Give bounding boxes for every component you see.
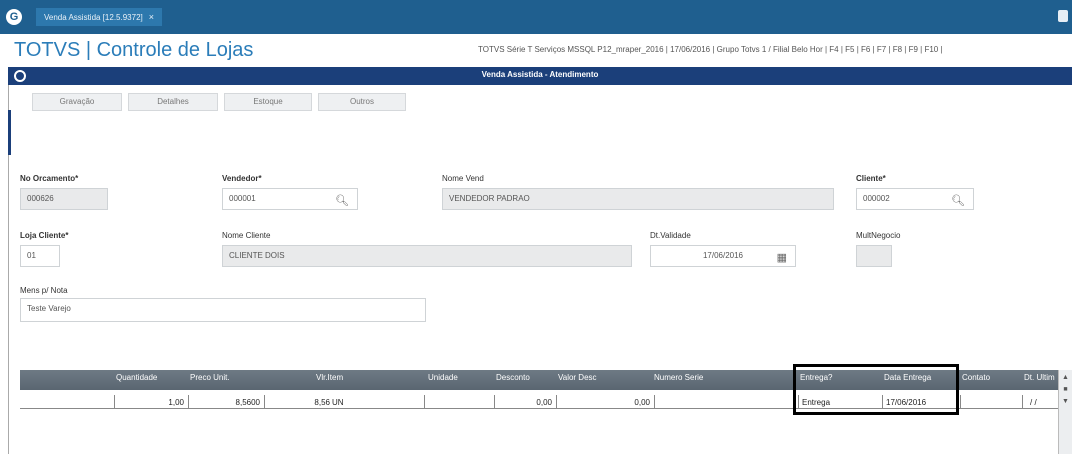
col-valor-desc[interactable]: Valor Desc: [558, 373, 597, 382]
mens-nota-field[interactable]: Teste Varejo: [20, 298, 426, 322]
search-icon[interactable]: 🔍︎: [951, 191, 965, 211]
estoque-button[interactable]: Estoque: [224, 93, 312, 111]
col-desconto[interactable]: Desconto: [496, 373, 530, 382]
environment-info: TOTVS Série T Serviços MSSQL P12_mraper_…: [478, 45, 943, 54]
cliente-value: 000002: [863, 194, 890, 203]
cell-desconto[interactable]: 0,00: [494, 398, 552, 407]
calendar-icon[interactable]: ▦: [777, 248, 787, 268]
cell-valor-desc[interactable]: 0,00: [556, 398, 650, 407]
cell-unidade[interactable]: UN: [332, 398, 344, 407]
scroll-mid-icon[interactable]: ■: [1061, 386, 1070, 394]
gravacao-button[interactable]: Gravação: [32, 93, 122, 111]
dialog-title: Venda Assistida - Atendimento: [481, 70, 599, 79]
multinegocio-field: [856, 245, 892, 267]
grid-divider: [654, 395, 655, 409]
user-icon[interactable]: [1058, 10, 1068, 22]
cliente-label: Cliente*: [856, 174, 886, 183]
nome-cliente-field: CLIENTE DOIS: [222, 245, 632, 267]
grid-divider: [1022, 395, 1023, 409]
cliente-field[interactable]: 000002 🔍︎: [856, 188, 974, 210]
vendedor-value: 000001: [229, 194, 256, 203]
dt-validade-field[interactable]: 17/06/2016 ▦: [650, 245, 796, 267]
highlight-box: [793, 364, 959, 415]
app-title: TOTVS | Controle de Lojas: [14, 39, 254, 61]
cell-quantidade[interactable]: 1,00: [114, 398, 184, 407]
tab-label: Venda Assistida [12.5.9372]: [44, 13, 143, 22]
nome-vend-label: Nome Vend: [442, 174, 484, 183]
col-unidade[interactable]: Unidade: [428, 373, 458, 382]
loja-cliente-field[interactable]: 01: [20, 245, 60, 267]
dialog-title-bar: Venda Assistida - Atendimento: [8, 67, 1072, 85]
num-orcamento-label: No Orcamento*: [20, 174, 79, 183]
grid-divider: [424, 395, 425, 409]
mens-nota-label: Mens p/ Nota: [20, 286, 68, 295]
tab-venda-assistida[interactable]: Venda Assistida [12.5.9372] ×: [36, 8, 163, 26]
col-preco-unit[interactable]: Preco Unit.: [190, 373, 230, 382]
col-numero-serie[interactable]: Numero Serie: [654, 373, 703, 382]
multinegocio-label: MultNegocio: [856, 231, 901, 240]
col-dt-ultima[interactable]: Dt. Ultim: [1024, 373, 1055, 382]
grid-scrollbar[interactable]: ▲ ■ ▼: [1058, 370, 1072, 454]
col-quantidade[interactable]: Quantidade: [116, 373, 157, 382]
tab-close-icon[interactable]: ×: [149, 12, 154, 22]
outros-button[interactable]: Outros: [318, 93, 406, 111]
cell-vlr-item[interactable]: 8,56: [264, 398, 330, 407]
cell-preco-unit[interactable]: 8,5600: [188, 398, 260, 407]
dt-validade-label: Dt.Validade: [650, 231, 691, 240]
num-orcamento-field[interactable]: 000626: [20, 188, 108, 210]
cell-dt-ultima[interactable]: / /: [1030, 398, 1037, 407]
loja-cliente-label: Loja Cliente*: [20, 231, 69, 240]
col-vlr-item[interactable]: Vlr.Item: [316, 373, 343, 382]
detalhes-button[interactable]: Detalhes: [128, 93, 218, 111]
vendedor-field[interactable]: 000001 🔍︎: [222, 188, 358, 210]
search-icon[interactable]: 🔍︎: [335, 191, 349, 211]
vendedor-label: Vendedor*: [222, 174, 262, 183]
scroll-down-icon[interactable]: ▼: [1061, 398, 1070, 406]
totvs-logo-icon: G: [6, 9, 22, 25]
scroll-up-icon[interactable]: ▲: [1061, 374, 1070, 382]
nome-cliente-label: Nome Cliente: [222, 231, 271, 240]
col-contato[interactable]: Contato: [962, 373, 990, 382]
side-accent: [8, 110, 11, 155]
title-bar: G Venda Assistida [12.5.9372] ×: [0, 0, 1072, 34]
dt-validade-value: 17/06/2016: [702, 251, 744, 260]
grid-divider: [960, 395, 961, 409]
nome-vend-field: VENDEDOR PADRAO: [442, 188, 834, 210]
